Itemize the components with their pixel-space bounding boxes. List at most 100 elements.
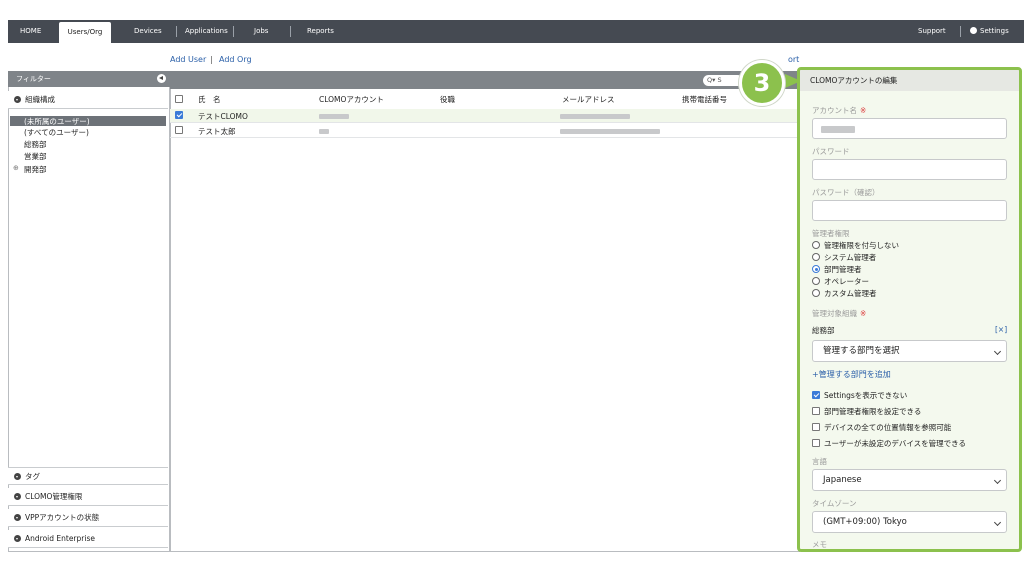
checkbox-checked[interactable] bbox=[812, 391, 820, 399]
collapse-left-icon[interactable] bbox=[157, 74, 166, 83]
expand-plus-icon[interactable]: ⊕ bbox=[13, 164, 19, 172]
row-checkbox[interactable] bbox=[175, 111, 183, 119]
dept-select[interactable]: 管理する部門を選択 bbox=[812, 340, 1007, 362]
nav-settings[interactable]: Settings bbox=[970, 20, 1009, 43]
filter-title: フィルター bbox=[16, 75, 51, 83]
edit-panel-title: CLOMOアカウントの編集 bbox=[800, 70, 1019, 91]
memo-label: メモ bbox=[812, 540, 827, 549]
admin-role-label: 管理者権限 bbox=[812, 229, 850, 238]
radio-button-selected[interactable] bbox=[812, 265, 820, 273]
role-option-operator[interactable]: オペレーター bbox=[812, 276, 869, 287]
nav-applications[interactable]: Applications bbox=[185, 20, 228, 43]
timezone-select[interactable]: (GMT+09:00) Tokyo bbox=[812, 511, 1007, 533]
role-option-dept-admin[interactable]: 部門管理者 bbox=[812, 264, 862, 275]
radio-button[interactable] bbox=[812, 253, 820, 261]
radio-button[interactable] bbox=[812, 241, 820, 249]
vpp-section-label: VPPアカウントの状態 bbox=[25, 513, 100, 522]
nav-divider bbox=[233, 26, 234, 37]
nav-devices[interactable]: Devices bbox=[134, 20, 162, 43]
radio-button[interactable] bbox=[812, 289, 820, 297]
gear-icon bbox=[970, 27, 977, 34]
nav-divider bbox=[176, 26, 177, 37]
org-item-general-affairs[interactable]: 総務部 bbox=[24, 139, 47, 150]
radio-button[interactable] bbox=[812, 277, 820, 285]
chevron-down-icon bbox=[14, 96, 21, 103]
vpp-section[interactable]: VPPアカウントの状態 bbox=[8, 509, 168, 527]
user-list-panel bbox=[170, 71, 800, 552]
nav-divider bbox=[290, 26, 291, 37]
account-name-field[interactable] bbox=[812, 118, 1007, 139]
timezone-label: タイムゾーン bbox=[812, 499, 857, 508]
android-enterprise-section[interactable]: Android Enterprise bbox=[8, 530, 168, 548]
nav-reports[interactable]: Reports bbox=[307, 20, 334, 43]
top-nav-bar: HOME Users/Org Devices Applications Jobs… bbox=[8, 20, 1024, 43]
option-hide-settings[interactable]: Settingsを表示できない bbox=[812, 390, 907, 401]
add-dept-link[interactable]: +管理する部門を追加 bbox=[812, 369, 891, 380]
org-item-all[interactable]: (すべてのユーザー) bbox=[24, 127, 89, 138]
android-enterprise-section-label: Android Enterprise bbox=[25, 534, 95, 543]
checkbox[interactable] bbox=[812, 407, 820, 415]
clomo-admin-section-label: CLOMO管理権限 bbox=[25, 492, 83, 501]
option-manage-unassigned[interactable]: ユーザーが未設定のデバイスを管理できる bbox=[812, 438, 966, 449]
import-link[interactable]: ort bbox=[788, 55, 799, 64]
password-label: パスワード bbox=[812, 147, 850, 156]
redacted-account bbox=[319, 129, 329, 134]
checkbox[interactable] bbox=[812, 439, 820, 447]
chevron-down-icon bbox=[993, 518, 1002, 527]
column-title[interactable]: 役職 bbox=[440, 94, 455, 105]
redacted-account bbox=[319, 114, 349, 119]
role-option-none[interactable]: 管理権限を付与しない bbox=[812, 240, 899, 251]
chevron-down-icon bbox=[14, 535, 21, 542]
option-location-access[interactable]: デバイスの全ての位置情報を参照可能 bbox=[812, 422, 951, 433]
language-select[interactable]: Japanese bbox=[812, 469, 1007, 491]
managed-org-value: 総務部 bbox=[812, 326, 835, 335]
row-name: テスト太郎 bbox=[198, 127, 236, 136]
org-item-unassigned[interactable]: (未所属のユーザー) bbox=[24, 116, 90, 127]
redacted-account-name bbox=[821, 126, 855, 133]
nav-settings-label: Settings bbox=[980, 27, 1009, 35]
redacted-email bbox=[560, 114, 630, 119]
remove-org-button[interactable]: [×] bbox=[995, 325, 1007, 334]
option-dept-admin-rights[interactable]: 部門管理者権限を設定できる bbox=[812, 406, 921, 417]
column-email[interactable]: メールアドレス bbox=[562, 94, 615, 105]
password-field[interactable] bbox=[812, 159, 1007, 180]
column-mobile[interactable]: 携帯電話番号 bbox=[682, 94, 727, 105]
add-user-link[interactable]: Add User bbox=[170, 55, 206, 64]
org-item-development-label: 開発部 bbox=[24, 165, 47, 174]
nav-support[interactable]: Support bbox=[918, 20, 946, 43]
password-confirm-field[interactable] bbox=[812, 200, 1007, 221]
select-all-checkbox[interactable] bbox=[175, 95, 183, 103]
language-label: 言語 bbox=[812, 457, 827, 466]
column-name[interactable]: 氏 名 bbox=[198, 94, 221, 105]
edit-account-panel: CLOMOアカウントの編集 アカウント名 ※ パスワード パスワード（確認） 管理… bbox=[797, 67, 1022, 552]
table-header: 氏 名 CLOMOアカウント 役職 メールアドレス 携帯電話番号 bbox=[170, 92, 800, 106]
role-option-system-admin[interactable]: システム管理者 bbox=[812, 252, 876, 263]
search-input[interactable]: Q▾ S bbox=[703, 75, 743, 86]
chevron-down-icon bbox=[14, 493, 21, 500]
column-clomo-account[interactable]: CLOMOアカウント bbox=[319, 94, 384, 105]
table-row[interactable]: テストCLOMO bbox=[170, 109, 800, 123]
org-item-sales[interactable]: 営業部 bbox=[24, 151, 47, 162]
tag-section[interactable]: タグ bbox=[8, 467, 168, 485]
chevron-down-icon bbox=[993, 476, 1002, 485]
chevron-down-icon bbox=[14, 514, 21, 521]
managed-org-label: 管理対象組織 ※ bbox=[812, 309, 867, 318]
nav-users-org[interactable]: Users/Org bbox=[59, 22, 111, 43]
clomo-admin-section[interactable]: CLOMO管理権限 bbox=[8, 488, 168, 506]
nav-home[interactable]: HOME bbox=[20, 20, 41, 43]
link-separator: | bbox=[210, 55, 213, 64]
org-section-label: 組織構成 bbox=[25, 95, 55, 104]
chevron-down-icon bbox=[14, 473, 21, 480]
add-org-link[interactable]: Add Org bbox=[219, 55, 252, 64]
table-row[interactable]: テスト太郎 bbox=[170, 124, 800, 138]
password-confirm-label: パスワード（確認） bbox=[812, 188, 880, 197]
nav-divider bbox=[960, 26, 961, 37]
org-item-development[interactable]: ⊕ 開発部 bbox=[13, 164, 47, 175]
row-checkbox[interactable] bbox=[175, 126, 183, 134]
step-badge: 3 bbox=[739, 60, 785, 106]
nav-jobs[interactable]: Jobs bbox=[254, 20, 268, 43]
role-option-custom[interactable]: カスタム管理者 bbox=[812, 288, 877, 299]
org-section-header[interactable]: 組織構成 bbox=[8, 91, 168, 109]
account-name-label: アカウント名 ※ bbox=[812, 106, 867, 115]
checkbox[interactable] bbox=[812, 423, 820, 431]
